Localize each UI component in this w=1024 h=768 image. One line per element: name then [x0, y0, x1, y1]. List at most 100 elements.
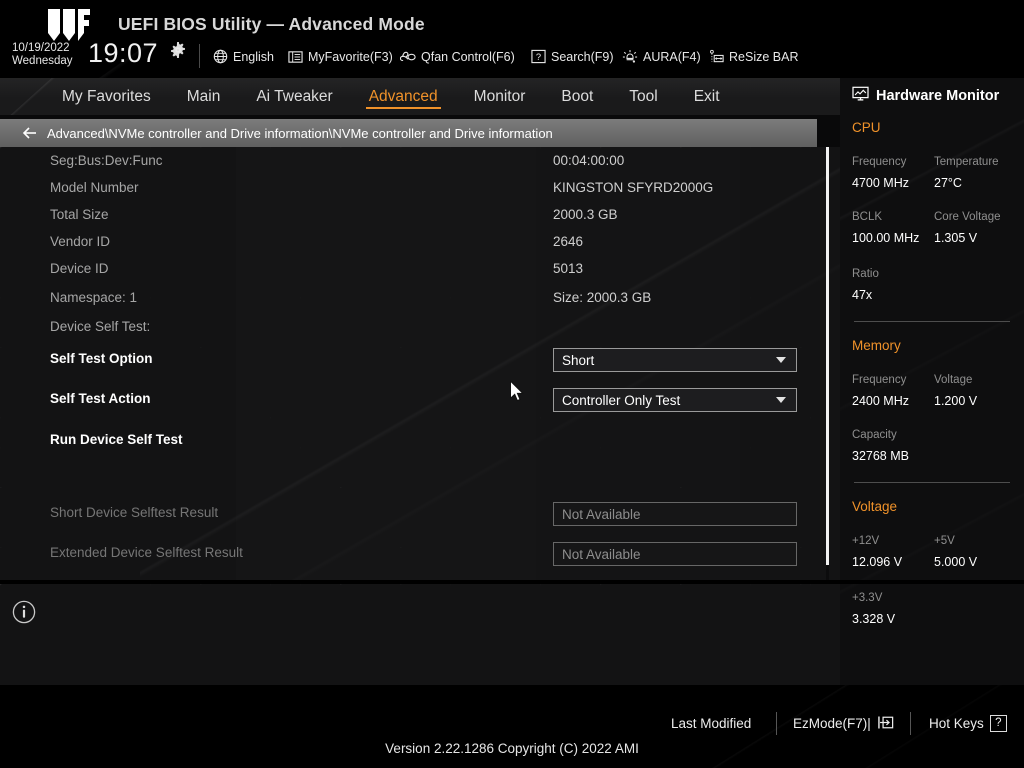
footer-separator [776, 712, 777, 735]
tab-my-favorites[interactable]: My Favorites [44, 78, 169, 115]
hwmon-section-divider [854, 321, 1010, 322]
hwmon-metric-label: Frequency [852, 156, 906, 168]
info-row-value: KINGSTON SFYRD2000G [553, 180, 713, 195]
tuf-gaming-logo [44, 7, 94, 43]
header-item-search[interactable]: ? Search(F9) [530, 47, 614, 66]
system-clock: 19:07 [88, 38, 158, 68]
hwmon-metric-value: 100.00 MHz [852, 231, 919, 245]
system-date: 10/19/2022 Wednesday [12, 42, 73, 68]
hwmon-metric-label: Frequency [852, 374, 906, 386]
tab-ai-tweaker[interactable]: Ai Tweaker [238, 78, 350, 115]
setting-label: Self Test Option [50, 351, 153, 366]
header-item-resize-bar[interactable]: ReSize BAR [708, 47, 798, 66]
hwmon-metric-label: Ratio [852, 268, 879, 280]
help-description-panel [0, 584, 840, 685]
header-divider [199, 44, 200, 68]
hwmon-metric-label: Capacity [852, 429, 897, 441]
bios-version-text: Version 2.22.1286 Copyright (C) 2022 AMI [0, 741, 1024, 756]
hwmon-metric-label: BCLK [852, 211, 882, 223]
info-row-value: 2646 [553, 234, 583, 249]
fan-icon [400, 49, 416, 64]
info-circle-icon[interactable] [12, 600, 36, 624]
question-box-icon: ? [990, 715, 1007, 732]
header-item-label: Search(F9) [551, 50, 614, 64]
content-scrollbar-thumb[interactable] [826, 147, 829, 565]
run-device-self-test-button[interactable]: Run Device Self Test [50, 432, 183, 447]
hwmon-metric-label: Temperature [934, 156, 999, 168]
tab-advanced[interactable]: Advanced [351, 78, 456, 115]
monitor-chart-icon [852, 86, 869, 105]
ezmode-label: EzMode(F7)| [793, 716, 871, 731]
back-arrow-icon[interactable] [22, 125, 38, 141]
footer-separator [910, 712, 911, 735]
dropdown-self-test-action[interactable]: Controller Only Test [553, 388, 797, 412]
tab-monitor[interactable]: Monitor [456, 78, 544, 115]
info-row-label: Namespace: 1 [50, 290, 137, 305]
result-field: Not Available [553, 502, 797, 526]
info-row-label: Total Size [50, 207, 109, 222]
hwmon-metric-label: Core Voltage [934, 211, 1001, 223]
info-row-label: Device Self Test: [50, 319, 150, 334]
hwmon-metric-value: 5.000 V [934, 555, 977, 569]
hwmon-metric-value: 3.328 V [852, 612, 895, 626]
gear-icon[interactable] [170, 42, 186, 58]
dropdown-value: Short [562, 353, 594, 368]
hwmon-metric-label: Voltage [934, 374, 972, 386]
exit-arrow-icon [877, 715, 894, 733]
resize-bar-icon [708, 49, 724, 64]
tab-main[interactable]: Main [169, 78, 239, 115]
tab-exit[interactable]: Exit [676, 78, 738, 115]
header-item-myfavorite[interactable]: MyFavorite(F3) [287, 47, 393, 66]
hardware-monitor-title-label: Hardware Monitor [876, 88, 999, 104]
globe-icon [212, 49, 228, 64]
hwmon-metric-value: 32768 MB [852, 449, 909, 463]
hwmon-section-memory: Memory [852, 338, 901, 353]
hwmon-metric-value: 4700 MHz [852, 176, 909, 190]
last-modified-label: Last Modified [671, 716, 751, 731]
header-item-label: AURA(F4) [643, 50, 701, 64]
header-item-aura[interactable]: AURA(F4) [622, 47, 701, 66]
header-bar: UEFI BIOS Utility — Advanced Mode 10/19/… [0, 0, 1024, 78]
hwmon-section-divider [854, 482, 1010, 483]
tab-boot[interactable]: Boot [543, 78, 611, 115]
aura-light-icon [622, 49, 638, 64]
dropdown-self-test-option[interactable]: Short [553, 348, 797, 372]
info-row-value: Size: 2000.3 GB [553, 290, 651, 305]
hwmon-metric-value: 2400 MHz [852, 394, 909, 408]
hwmon-metric-label: +5V [934, 535, 955, 547]
header-item-qfan-control[interactable]: Qfan Control(F6) [400, 47, 515, 66]
info-row-label: Seg:Bus:Dev:Func [50, 153, 163, 168]
last-modified-button[interactable]: Last Modified [671, 713, 751, 734]
hwmon-metric-value: 12.096 V [852, 555, 902, 569]
main-navigation-tabs: My FavoritesMainAi TweakerAdvancedMonito… [0, 78, 840, 115]
hwmon-section-voltage: Voltage [852, 499, 897, 514]
hwmon-metric-label: +12V [852, 535, 879, 547]
info-row-label: Model Number [50, 180, 139, 195]
ezmode-button[interactable]: EzMode(F7)| [793, 713, 894, 734]
header-item-label: ReSize BAR [729, 50, 798, 64]
content-shade-a [236, 147, 536, 580]
setting-label: Self Test Action [50, 391, 151, 406]
content-panel: Seg:Bus:Dev:Func 00:04:00:00 Model Number K… [0, 147, 840, 580]
hardware-monitor-panel: Hardware Monitor CPUFrequency4700 MHzTem… [840, 78, 1024, 685]
info-row-value: 00:04:00:00 [553, 153, 624, 168]
breadcrumb-path: Advanced\NVMe controller and Drive infor… [47, 126, 553, 141]
header-item-label: English [233, 50, 274, 64]
tab-tool[interactable]: Tool [611, 78, 675, 115]
hot-keys-label: Hot Keys [929, 716, 984, 731]
question-box-icon: ? [530, 49, 546, 64]
weekday-value: Wednesday [12, 55, 73, 68]
svg-text:?: ? [535, 52, 540, 62]
header-item-label: MyFavorite(F3) [308, 50, 393, 64]
hot-keys-button[interactable]: Hot Keys ? [929, 713, 1007, 734]
dropdown-value: Controller Only Test [562, 393, 680, 408]
hwmon-metric-value: 1.200 V [934, 394, 977, 408]
header-item-english[interactable]: English [212, 47, 274, 66]
breadcrumb[interactable]: Advanced\NVMe controller and Drive infor… [0, 119, 817, 147]
info-row-value: 5013 [553, 261, 583, 276]
info-row-label: Vendor ID [50, 234, 110, 249]
hwmon-metric-value: 47x [852, 288, 872, 302]
hwmon-metric-value: 27°C [934, 176, 962, 190]
result-row-label: Short Device Selftest Result [50, 505, 218, 520]
date-value: 10/19/2022 [12, 42, 73, 55]
